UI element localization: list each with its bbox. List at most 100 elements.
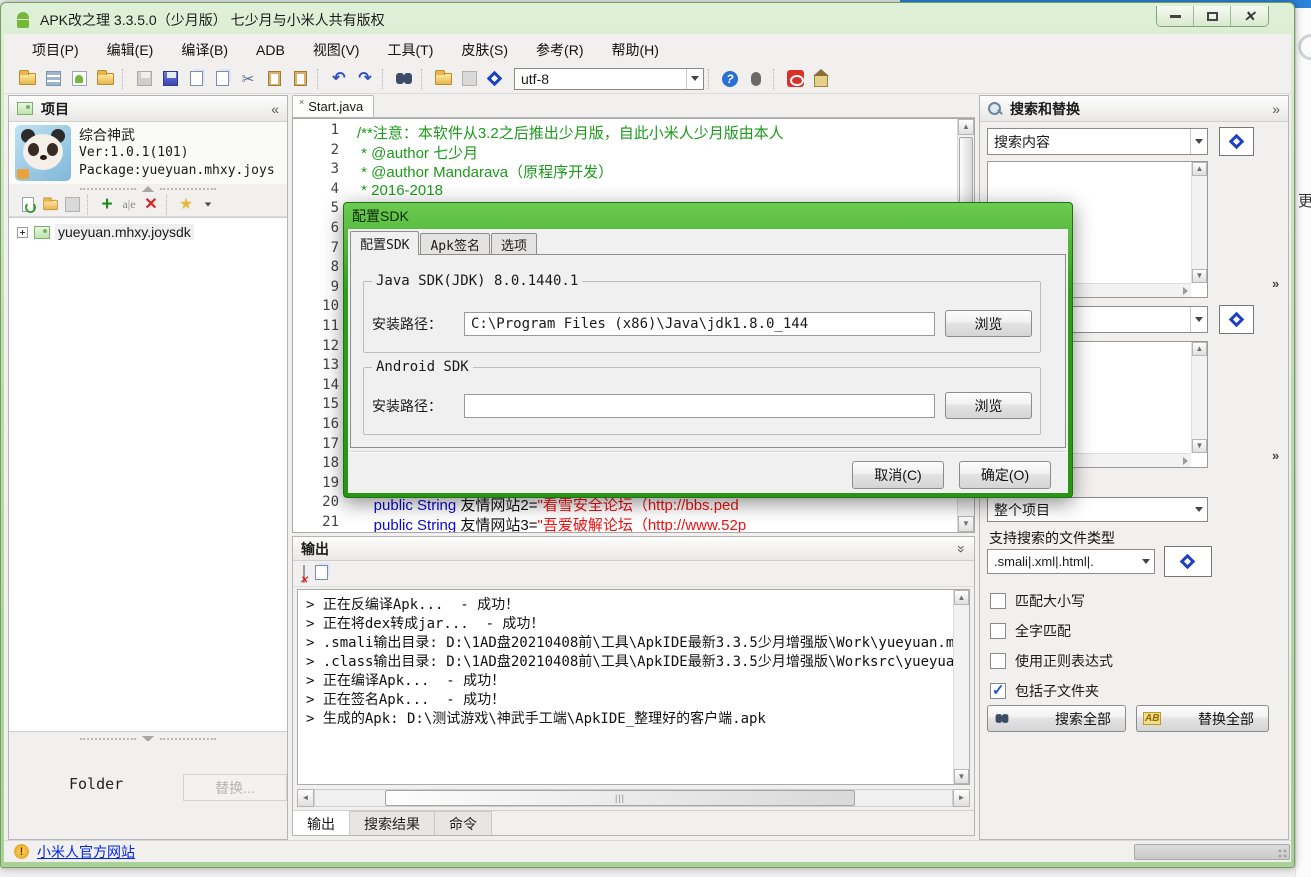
sign-icon[interactable] [484, 68, 506, 90]
scope-dropdown-arrow[interactable] [1190, 498, 1207, 521]
clear-filetype-button[interactable] [1164, 546, 1212, 577]
paste-special-icon[interactable] [289, 68, 311, 90]
checkbox-row[interactable]: 全字匹配 [990, 616, 1280, 646]
new-project-icon[interactable] [42, 68, 64, 90]
bug-report-icon[interactable] [745, 68, 767, 90]
expand-search-icon[interactable]: » [1272, 276, 1279, 291]
import-folder-icon[interactable] [94, 68, 116, 90]
scroll-down-icon[interactable]: ▼ [1192, 269, 1207, 283]
menu-item[interactable]: 编译(B) [167, 35, 242, 65]
copy-output-icon[interactable] [315, 565, 328, 583]
redo-icon[interactable]: ↷ [354, 68, 376, 90]
official-site-link[interactable]: 小米人官方网站 [37, 842, 135, 862]
copy-icon[interactable] [211, 68, 233, 90]
scroll-right-icon[interactable] [1183, 457, 1188, 465]
image-view-icon[interactable] [62, 195, 82, 215]
dialog-tab[interactable]: Apk签名 [420, 233, 489, 255]
checkbox-row[interactable]: 使用正则表达式 [990, 646, 1280, 676]
search-icon[interactable] [393, 68, 415, 90]
search-scope-select[interactable]: 整个项目 [987, 497, 1208, 522]
filetype-dropdown-arrow[interactable] [1137, 550, 1154, 573]
menu-item[interactable]: 皮肤(S) [447, 35, 522, 65]
collapse-left-icon[interactable]: « [271, 101, 279, 117]
scroll-right-icon[interactable] [1183, 287, 1188, 295]
info-splitter[interactable] [9, 184, 287, 193]
project-tree[interactable]: yueyuan.mhxy.joysdk [9, 217, 287, 732]
dialog-tab[interactable]: 配置SDK [350, 231, 419, 255]
home-icon[interactable] [810, 68, 832, 90]
replace-dropdown-arrow[interactable] [1190, 307, 1207, 332]
save-all-icon[interactable] [159, 68, 181, 90]
scroll-left-icon[interactable]: ◄ [297, 789, 314, 807]
tree-expand-icon[interactable] [17, 227, 28, 238]
delete-icon[interactable]: ✕ [141, 195, 161, 215]
dialog-tab[interactable]: 选项 [491, 233, 537, 255]
open-work-folder-icon[interactable] [40, 195, 60, 215]
scroll-up-icon[interactable]: ▲ [958, 119, 974, 135]
tree-node-label[interactable]: yueyuan.mhxy.joysdk [55, 224, 194, 240]
menu-item[interactable]: 编辑(E) [93, 35, 168, 65]
checkbox-row[interactable]: 匹配大小写 [990, 586, 1280, 616]
save-icon[interactable] [133, 68, 155, 90]
scroll-down-icon[interactable]: ▼ [954, 769, 969, 784]
scroll-up-icon[interactable]: ▲ [1192, 342, 1207, 356]
resize-grip[interactable] [1277, 848, 1289, 860]
maximize-button[interactable] [1194, 6, 1231, 26]
checkbox[interactable] [990, 653, 1006, 669]
java-path-input[interactable]: C:\Program Files (x86)\Java\jdk1.8.0_144 [464, 312, 935, 336]
search-all-button[interactable]: 搜索全部 [987, 705, 1126, 732]
scroll-up-icon[interactable]: ▲ [954, 590, 969, 605]
favorites-dropdown-icon[interactable] [198, 195, 218, 215]
filetype-combobox[interactable]: .smali|.xml|.html|. [987, 549, 1155, 574]
editor-tab-start-java[interactable]: × Start.java [292, 95, 374, 117]
collapse-right-icon[interactable]: » [1272, 101, 1280, 117]
textarea-vscrollbar[interactable]: ▲ ▼ [1191, 342, 1207, 453]
encoding-combobox[interactable]: utf-8 [514, 68, 704, 90]
menu-item[interactable]: ADB [242, 37, 299, 63]
weibo-icon[interactable] [784, 68, 806, 90]
export-icon[interactable] [458, 68, 480, 90]
scroll-down-icon[interactable]: ▼ [1192, 439, 1207, 453]
minimize-button[interactable] [1157, 6, 1194, 26]
tab-close-icon[interactable]: × [299, 97, 304, 107]
android-path-input[interactable] [464, 394, 935, 418]
dialog-titlebar[interactable]: 配置SDK [352, 205, 409, 227]
cancel-button[interactable]: 取消(C) [852, 461, 944, 489]
output-tab[interactable]: 搜索结果 [350, 811, 435, 835]
clear-replace-button[interactable] [1219, 305, 1254, 334]
output-hscrollbar[interactable]: ◄ ||| ► [297, 789, 970, 807]
open-apk-icon[interactable] [16, 68, 38, 90]
cut-icon[interactable]: ✂ [237, 68, 259, 90]
paste-icon[interactable] [263, 68, 285, 90]
clear-output-icon[interactable] [303, 566, 315, 582]
java-browse-button[interactable]: 浏览 [945, 310, 1032, 337]
menu-item[interactable]: 帮助(H) [597, 35, 672, 65]
expand-replace-icon[interactable]: » [1272, 448, 1279, 463]
ok-button[interactable]: 确定(O) [959, 461, 1051, 489]
search-dropdown-arrow[interactable] [1190, 129, 1207, 154]
title-bar[interactable]: APK改之理 3.3.5.0（少月版） 七少月与小米人共有版权 [4, 6, 1154, 34]
close-button[interactable]: ✕ [1231, 6, 1268, 26]
checkbox[interactable] [990, 683, 1006, 699]
save-reload-icon[interactable] [185, 68, 207, 90]
scroll-up-icon[interactable]: ▲ [1192, 162, 1207, 176]
encoding-dropdown-arrow[interactable] [686, 69, 703, 89]
favorites-icon[interactable]: ★ [176, 195, 196, 215]
rename-icon[interactable]: a|e [119, 195, 139, 215]
menu-item[interactable]: 视图(V) [299, 35, 374, 65]
clear-search-button[interactable] [1219, 127, 1254, 156]
output-log[interactable]: > 正在反编译Apk... - 成功！> 正在将dex转成jar... - 成功… [297, 589, 970, 785]
checkbox[interactable] [990, 623, 1006, 639]
output-tab[interactable]: 输出 [293, 811, 350, 835]
replace-button-disabled[interactable]: 替换... [183, 774, 287, 801]
output-tab[interactable]: 命令 [435, 811, 492, 835]
checkbox-row[interactable]: 包括子文件夹 [990, 676, 1280, 706]
scroll-right-icon[interactable]: ► [953, 789, 970, 807]
textarea-vscrollbar[interactable]: ▲ ▼ [1191, 162, 1207, 283]
undo-icon[interactable]: ↶ [328, 68, 350, 90]
android-browse-button[interactable]: 浏览 [945, 392, 1032, 419]
tree-node-root[interactable]: yueyuan.mhxy.joysdk [13, 224, 283, 240]
scroll-down-icon[interactable]: ▼ [958, 516, 974, 532]
scroll-thumb[interactable]: ||| [385, 790, 855, 806]
checkbox[interactable] [990, 593, 1006, 609]
